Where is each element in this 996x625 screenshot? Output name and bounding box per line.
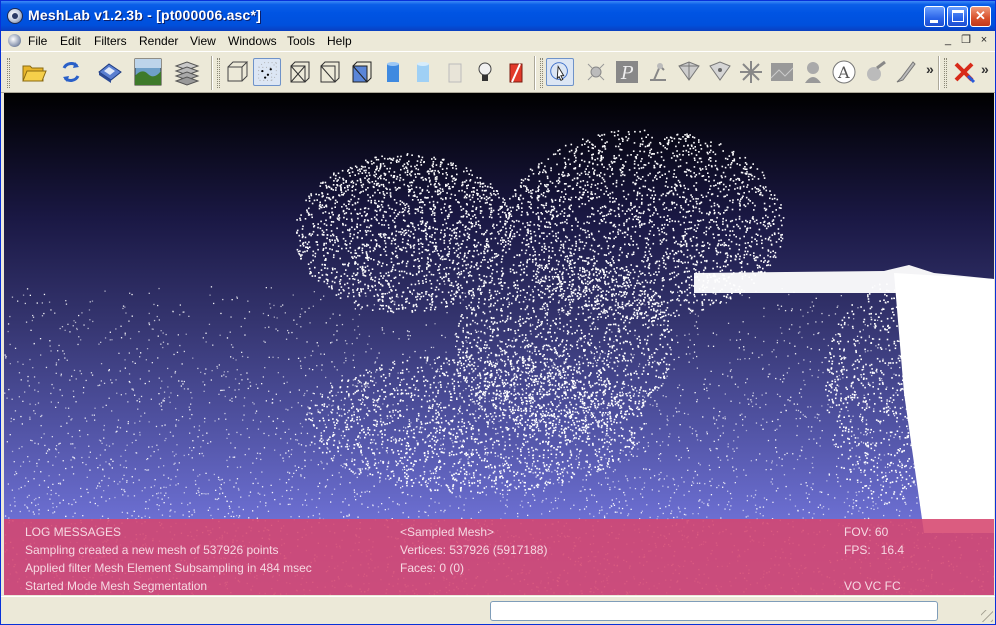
flat-lines-icon[interactable] (347, 58, 375, 86)
toolbar: P A » » (1, 51, 995, 93)
manipulator-icon (550, 62, 568, 81)
color-icon[interactable] (502, 58, 530, 86)
toolbar-grip[interactable] (944, 58, 947, 88)
title-bar[interactable]: MeshLab v1.2.3b - [pt000006.asc*] ✕ (1, 1, 995, 31)
flat-shading-icon[interactable] (379, 58, 407, 86)
menu-view[interactable]: View (190, 34, 216, 48)
mdi-minimize-button[interactable]: _ (940, 33, 956, 47)
delete-icon[interactable] (950, 58, 978, 86)
menu-filters[interactable]: Filters (94, 34, 127, 48)
toolbar-separator (211, 56, 213, 90)
toolbar-grip[interactable] (540, 58, 543, 88)
reload-icon[interactable] (57, 58, 85, 86)
toolbar-separator (938, 56, 940, 90)
hidden-lines-icon[interactable] (315, 58, 343, 86)
close-icon: ✕ (975, 8, 986, 23)
menu-file[interactable]: File (28, 34, 47, 48)
menu-tools[interactable]: Tools (287, 34, 315, 48)
menu-bar: File Edit Filters Render View Windows To… (1, 31, 995, 51)
log-panel: LOG MESSAGES Sampling created a new mesh… (4, 519, 994, 595)
log-message: Started Mode Mesh Segmentation (25, 579, 208, 593)
document-icon[interactable] (8, 34, 21, 47)
points-icon (258, 62, 278, 81)
manipulator-button[interactable] (546, 58, 574, 86)
measure-icon[interactable] (644, 58, 672, 86)
wireframe-icon[interactable] (285, 58, 313, 86)
align-icon[interactable] (737, 58, 765, 86)
log-message: Applied filter Mesh Element Subsampling … (25, 561, 312, 575)
status-progress-field (490, 601, 938, 621)
minimize-button[interactable] (924, 6, 945, 27)
fov-readout: FOV: 60 (844, 525, 889, 539)
menu-windows[interactable]: Windows (228, 34, 277, 48)
maximize-icon (952, 10, 964, 22)
segmentation-icon[interactable] (861, 58, 889, 86)
log-message: Sampling created a new mesh of 537926 po… (25, 543, 279, 557)
layers-icon[interactable] (173, 58, 201, 86)
texture-icon[interactable] (441, 58, 469, 86)
point-cloud-ground-right (894, 273, 994, 533)
minimize-icon (930, 20, 938, 23)
3d-viewport[interactable]: LOG MESSAGES Sampling created a new mesh… (4, 93, 994, 595)
toolbar-overflow-chevron-icon[interactable]: » (926, 61, 934, 77)
close-button[interactable]: ✕ (970, 6, 991, 27)
menu-render[interactable]: Render (139, 34, 178, 48)
mdi-restore-button[interactable]: ❐ (958, 33, 974, 47)
brush-icon[interactable] (891, 58, 919, 86)
status-bar (1, 596, 995, 624)
save-icon[interactable] (96, 58, 124, 86)
paint-icon[interactable] (582, 58, 610, 86)
toolbar-grip[interactable] (7, 58, 10, 88)
texture-param-icon[interactable] (768, 58, 796, 86)
menu-edit[interactable]: Edit (60, 34, 81, 48)
meshlab-logo-icon[interactable] (7, 8, 23, 24)
log-title: LOG MESSAGES (25, 525, 122, 539)
svg-text:P: P (620, 63, 634, 84)
svg-text:A: A (837, 63, 850, 82)
face-count: Faces: 0 (0) (400, 561, 465, 575)
menu-help[interactable]: Help (327, 34, 352, 48)
points-mode-button[interactable] (253, 58, 281, 86)
toolbar-separator (534, 56, 536, 90)
mesh-name: <Sampled Mesh> (400, 525, 495, 539)
meshlab-window: MeshLab v1.2.3b - [pt000006.asc*] ✕ File… (0, 0, 996, 625)
maximize-button[interactable] (947, 6, 968, 27)
window-title: MeshLab v1.2.3b - [pt000006.asc*] (28, 7, 262, 23)
open-folder-icon[interactable] (20, 58, 48, 86)
bounding-box-icon[interactable] (223, 58, 251, 86)
snapshot-icon[interactable] (134, 58, 162, 86)
vertex-count: Vertices: 537926 (5917188) (400, 543, 548, 557)
light-icon[interactable] (471, 58, 499, 86)
select-faces-icon[interactable] (675, 58, 703, 86)
render-flags: VO VC FC (844, 579, 901, 593)
select-vertices-icon[interactable] (706, 58, 734, 86)
toolbar-overflow-chevron-icon[interactable]: » (981, 61, 989, 77)
mdi-close-button[interactable]: × (976, 33, 992, 47)
resize-grip-icon[interactable] (981, 610, 993, 622)
fps-readout: FPS: 16.4 (844, 543, 905, 557)
annotation-icon[interactable]: A (830, 58, 858, 86)
pick-points-icon[interactable]: P (613, 58, 641, 86)
reference-icon[interactable] (799, 58, 827, 86)
toolbar-grip[interactable] (217, 58, 220, 88)
smooth-shading-icon[interactable] (409, 58, 437, 86)
